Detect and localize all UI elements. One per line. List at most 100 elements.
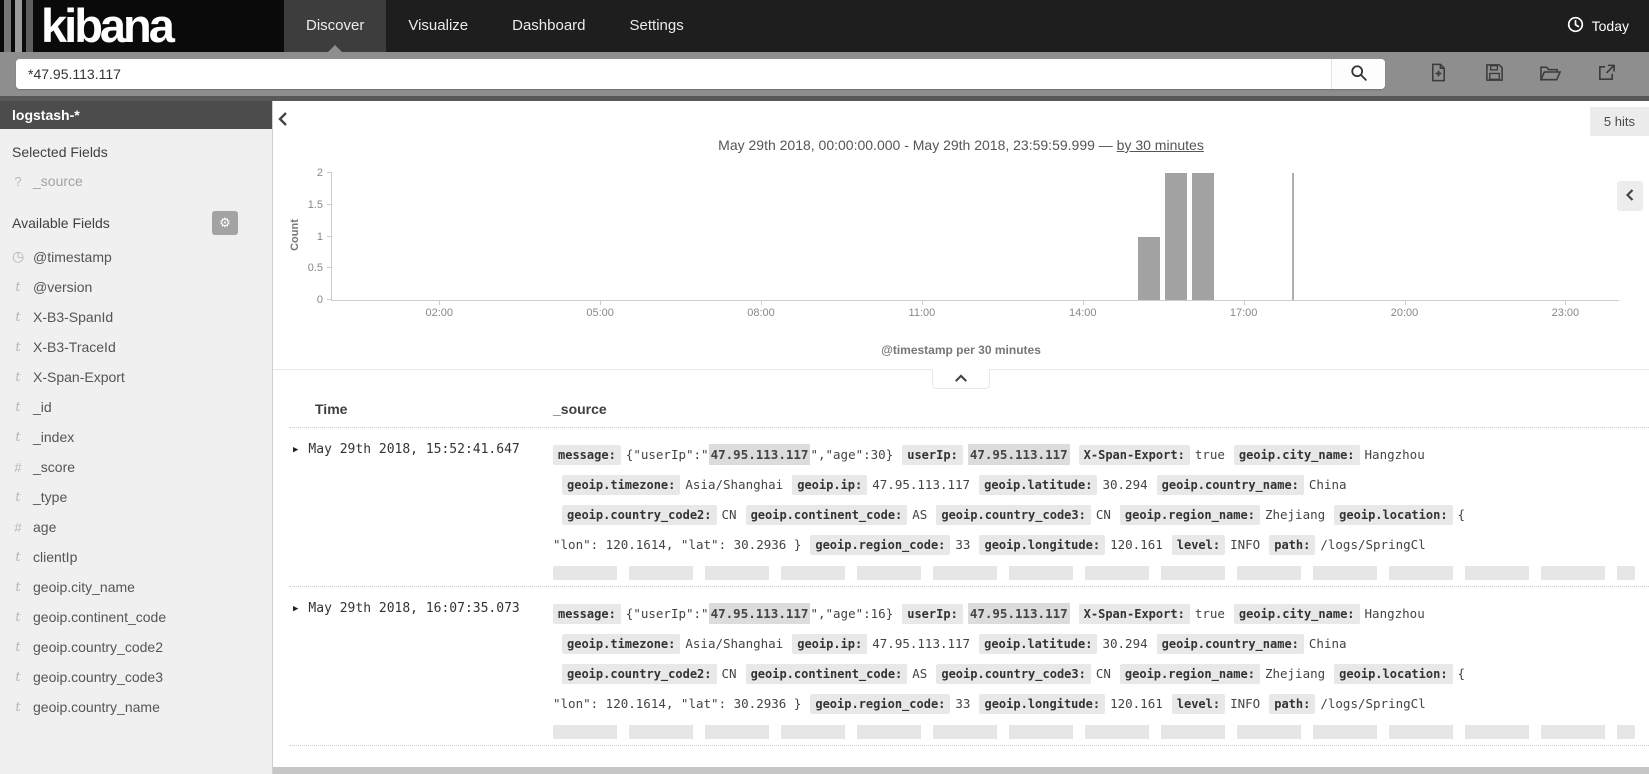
field-key-badge[interactable]: geoip.longitude: bbox=[979, 535, 1106, 555]
tab-dashboard[interactable]: Dashboard bbox=[490, 0, 607, 52]
histogram-bar-15:30[interactable] bbox=[1164, 173, 1187, 300]
field-value: Zhejiang bbox=[1264, 507, 1326, 522]
field-value: Asia/Shanghai bbox=[685, 477, 784, 492]
field-key-badge[interactable]: geoip.country_name: bbox=[1156, 634, 1304, 654]
field-item-geoip.country_code2[interactable]: t geoip.country_code2 bbox=[0, 632, 272, 662]
clock-icon bbox=[1567, 16, 1584, 36]
field-item-_type[interactable]: t _type bbox=[0, 482, 272, 512]
field-key-badge[interactable]: geoip.city_name: bbox=[1233, 445, 1360, 465]
field-value: { bbox=[1457, 507, 1466, 522]
field-item-geoip.city_name[interactable]: t geoip.city_name bbox=[0, 572, 272, 602]
y-tick-mark bbox=[327, 299, 332, 300]
field-key-badge[interactable]: geoip.location: bbox=[1334, 664, 1453, 684]
field-item-geoip.country_name[interactable]: t geoip.country_name bbox=[0, 692, 272, 722]
field-key-badge[interactable]: geoip.latitude: bbox=[979, 634, 1098, 654]
field-key-badge[interactable]: geoip.continent_code: bbox=[745, 664, 908, 684]
field-key-badge[interactable]: userIp: bbox=[902, 445, 963, 465]
field-key-badge[interactable]: geoip.region_code: bbox=[810, 535, 951, 555]
field-key-badge[interactable]: path: bbox=[1269, 535, 1316, 555]
current-time-marker bbox=[1291, 173, 1294, 300]
selected-fields-label: Selected Fields bbox=[12, 144, 108, 160]
field-key-badge[interactable]: message: bbox=[553, 445, 621, 465]
time-picker-button[interactable]: Today bbox=[1567, 0, 1649, 52]
x-tick-label: 20:00 bbox=[1390, 307, 1419, 319]
interval-link[interactable]: by 30 minutes bbox=[1117, 137, 1204, 153]
field-item-_source[interactable]: ? _source bbox=[0, 166, 272, 196]
field-key-badge[interactable]: geoip.timezone: bbox=[562, 634, 681, 654]
field-key-badge[interactable]: geoip.country_code2: bbox=[562, 664, 717, 684]
field-key-badge[interactable]: geoip.continent_code: bbox=[745, 505, 908, 525]
field-item-@version[interactable]: t @version bbox=[0, 272, 272, 302]
histogram-bar-15:00[interactable] bbox=[1137, 236, 1161, 300]
open-search-button[interactable] bbox=[1537, 61, 1563, 87]
save-search-button[interactable] bbox=[1481, 61, 1507, 87]
field-key-badge[interactable]: geoip.region_name: bbox=[1119, 505, 1260, 525]
field-item-X-B3-TraceId[interactable]: t X-B3-TraceId bbox=[0, 332, 272, 362]
field-key-badge[interactable]: level: bbox=[1171, 535, 1226, 555]
field-key-badge[interactable]: geoip.longitude: bbox=[979, 694, 1106, 714]
logo-text: kibana bbox=[41, 0, 175, 52]
x-tick-mark bbox=[600, 300, 602, 305]
hits-count-badge: 5 hits bbox=[1589, 107, 1649, 136]
field-key-badge[interactable]: message: bbox=[553, 604, 621, 624]
highlighted-value: 47.95.113.117 bbox=[708, 444, 811, 465]
sidebar-collapse-button[interactable] bbox=[275, 109, 291, 132]
chart-collapse-button[interactable] bbox=[932, 369, 990, 389]
index-pattern-selector[interactable]: logstash-* bbox=[0, 101, 272, 129]
x-tick-mark bbox=[439, 300, 441, 305]
tab-discover[interactable]: Discover bbox=[284, 0, 387, 52]
field-key-badge[interactable]: geoip.city_name: bbox=[1233, 604, 1360, 624]
field-key-badge[interactable]: X-Span-Export: bbox=[1078, 604, 1190, 624]
field-key-badge[interactable]: X-Span-Export: bbox=[1078, 445, 1190, 465]
kibana-logo[interactable]: kibana bbox=[0, 0, 284, 52]
histogram-bar-16:00[interactable] bbox=[1191, 173, 1214, 300]
field-value: CN bbox=[721, 507, 737, 522]
field-key-badge[interactable]: level: bbox=[1171, 694, 1226, 714]
horizontal-scrollbar[interactable] bbox=[273, 767, 1649, 774]
field-key-badge[interactable]: geoip.region_name: bbox=[1119, 664, 1260, 684]
field-item-X-B3-SpanId[interactable]: t X-B3-SpanId bbox=[0, 302, 272, 332]
chevron-left-icon bbox=[277, 112, 289, 130]
field-item-@timestamp[interactable]: ◷ @timestamp bbox=[0, 241, 272, 272]
nav-tabs: Discover Visualize Dashboard Settings bbox=[284, 0, 706, 52]
field-settings-button[interactable]: ⚙ bbox=[212, 211, 238, 235]
new-search-button[interactable] bbox=[1425, 61, 1451, 87]
time-column-header[interactable]: Time bbox=[289, 401, 553, 417]
field-key-badge[interactable]: userIp: bbox=[902, 604, 963, 624]
y-tick-mark bbox=[327, 203, 332, 205]
field-value: 30.294 bbox=[1102, 477, 1148, 492]
expand-row-button[interactable]: ▶ bbox=[293, 440, 298, 460]
field-item-X-Span-Export[interactable]: t X-Span-Export bbox=[0, 362, 272, 392]
search-button[interactable] bbox=[1331, 59, 1385, 89]
field-key-badge[interactable]: geoip.location: bbox=[1334, 505, 1453, 525]
field-item-_index[interactable]: t _index bbox=[0, 422, 272, 452]
field-value: true bbox=[1194, 606, 1225, 621]
table-row: ▶ May 29th 2018, 15:52:41.647 message: {"us… bbox=[289, 428, 1649, 587]
field-item-geoip.country_code3[interactable]: t geoip.country_code3 bbox=[0, 662, 272, 692]
field-key-badge[interactable]: geoip.country_code3: bbox=[936, 664, 1091, 684]
field-value: Hangzhou bbox=[1364, 606, 1425, 621]
field-key-badge[interactable]: path: bbox=[1269, 694, 1316, 714]
field-key-badge[interactable]: geoip.country_code3: bbox=[936, 505, 1091, 525]
number-field-icon: # bbox=[14, 519, 22, 535]
field-item-_score[interactable]: # _score bbox=[0, 452, 272, 482]
field-key-badge[interactable]: geoip.country_code2: bbox=[562, 505, 717, 525]
field-key-badge[interactable]: geoip.latitude: bbox=[979, 475, 1098, 495]
field-item-age[interactable]: # age bbox=[0, 512, 272, 542]
field-item-geoip.continent_code[interactable]: t geoip.continent_code bbox=[0, 602, 272, 632]
field-key-badge[interactable]: geoip.ip: bbox=[792, 634, 868, 654]
field-key-badge[interactable]: geoip.region_code: bbox=[810, 694, 951, 714]
chart-title: May 29th 2018, 00:00:00.000 - May 29th 2… bbox=[273, 137, 1649, 153]
field-key-badge[interactable]: geoip.country_name: bbox=[1156, 475, 1304, 495]
share-button[interactable] bbox=[1593, 61, 1619, 87]
expand-row-button[interactable]: ▶ bbox=[293, 599, 298, 619]
tab-settings[interactable]: Settings bbox=[608, 0, 706, 52]
search-input[interactable] bbox=[16, 59, 1331, 89]
field-key-badge[interactable]: geoip.timezone: bbox=[562, 475, 681, 495]
tab-visualize[interactable]: Visualize bbox=[386, 0, 490, 52]
available-fields-list: ◷ @timestamp t @version t X-B3-SpanId t X-B3-Tr… bbox=[0, 241, 272, 722]
field-item-clientIp[interactable]: t clientIp bbox=[0, 542, 272, 572]
field-key-badge[interactable]: geoip.ip: bbox=[792, 475, 868, 495]
field-item-_id[interactable]: t _id bbox=[0, 392, 272, 422]
field-value: 30.294 bbox=[1102, 636, 1148, 651]
